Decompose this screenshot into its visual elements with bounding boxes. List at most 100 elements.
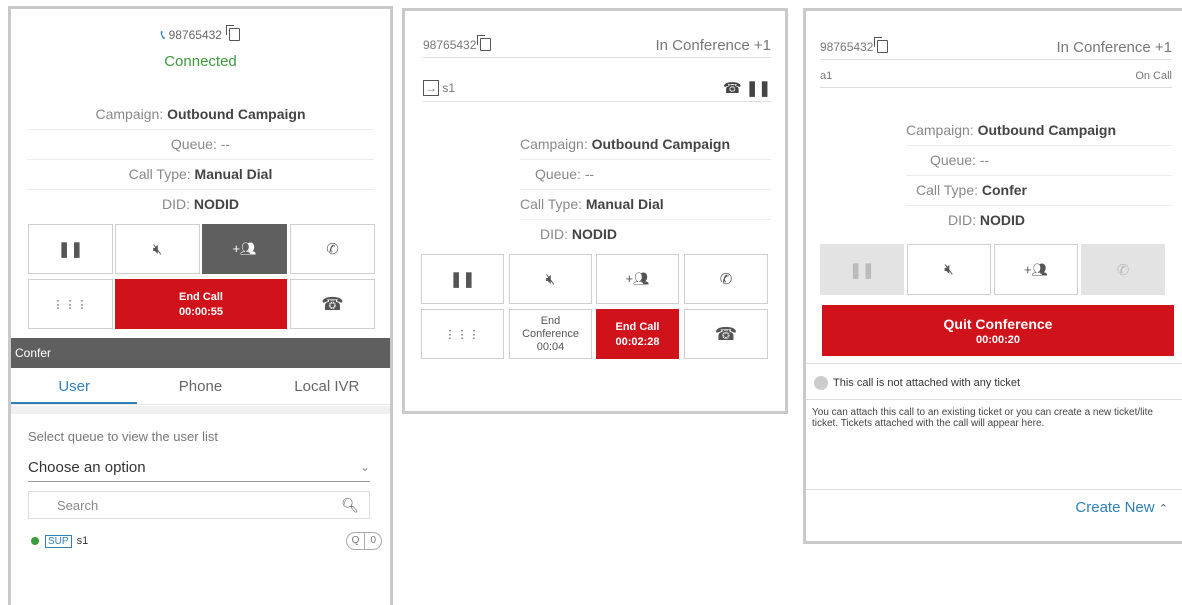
user-name: s1 xyxy=(76,535,89,547)
divider xyxy=(806,489,1182,490)
did-value: NODID xyxy=(571,226,618,242)
user-list-item[interactable]: SUP s1 Q 0 xyxy=(31,531,382,551)
user-actions: Q 0 xyxy=(345,532,382,550)
conference-header: 98765432 In Conference +1 xyxy=(820,35,1172,60)
user-role-badge: SUP xyxy=(45,534,72,548)
copy-icon[interactable] xyxy=(477,35,492,51)
search-icon: 🔍︎ xyxy=(341,496,359,513)
calltype-value: Manual Dial xyxy=(585,196,664,212)
end-call-button[interactable]: End Call 00:00:55 xyxy=(115,279,287,329)
leg-name: s1 xyxy=(442,81,456,95)
pause-icon: ❚❚ xyxy=(57,241,84,258)
hangup-icon: ☎︎ xyxy=(321,293,344,314)
campaign-value: Outbound Campaign xyxy=(977,122,1117,138)
phone-number-row: 98765432 xyxy=(820,37,889,54)
end-call-timer: 00:00:55 xyxy=(178,305,224,318)
copy-icon[interactable] xyxy=(874,37,889,53)
ticket-notice-text: This call is not attached with any ticke… xyxy=(833,377,1021,389)
campaign-label: Campaign: xyxy=(520,136,588,152)
campaign-row: Campaign: Outbound Campaign xyxy=(906,116,1172,146)
end-conference-label-line2: Conference xyxy=(522,327,579,340)
hangup-leg-button[interactable]: ☎︎ xyxy=(290,279,375,329)
hold-button[interactable]: ❚❚ xyxy=(28,224,113,274)
call-panel-quit-conference: 98765432 In Conference +1 a1 On Call Cam… xyxy=(803,8,1182,544)
calltype-label: Call Type: xyxy=(520,196,582,212)
hangup-leg-button[interactable]: ☎︎ xyxy=(684,309,768,359)
call-transfer-icon: ✆︎ xyxy=(1116,261,1130,279)
dialpad-button[interactable]: ⋮⋮⋮ xyxy=(28,279,113,329)
conference-button[interactable]: +👥︎ xyxy=(994,244,1078,295)
tab-local-ivr[interactable]: Local IVR xyxy=(264,370,390,404)
conference-button[interactable]: +👥︎ xyxy=(596,254,679,304)
search-field[interactable]: Search 🔍︎ xyxy=(28,491,370,519)
divider xyxy=(11,406,390,414)
calltype-row: Call Type: Confer xyxy=(906,176,1172,206)
quit-conference-button[interactable]: Quit Conference 00:00:20 xyxy=(822,305,1174,356)
search-input[interactable]: Search xyxy=(57,498,98,513)
queue-label: Queue: xyxy=(930,152,976,168)
copy-icon[interactable] xyxy=(226,25,241,41)
campaign-label: Campaign: xyxy=(95,106,164,122)
phone-icon: 📞︎ xyxy=(160,27,166,42)
leg-controls: ☎︎ ❚❚ xyxy=(723,79,771,97)
conference-status: In Conference +1 xyxy=(1056,38,1173,56)
hangup-icon: ☎︎ xyxy=(714,323,738,344)
add-participant-icon: +👥︎ xyxy=(1023,261,1049,277)
did-label: DID: xyxy=(540,226,568,242)
did-row: DID: NODID xyxy=(27,190,374,219)
campaign-row: Campaign: Outbound Campaign xyxy=(27,100,374,130)
tab-user[interactable]: User xyxy=(11,370,138,404)
campaign-value: Outbound Campaign xyxy=(167,106,306,122)
queue-value: -- xyxy=(220,136,231,152)
calltype-value: Confer xyxy=(981,182,1028,198)
divider xyxy=(806,363,1182,364)
end-call-label: End Call xyxy=(615,320,660,333)
end-conference-label-line1: End xyxy=(540,314,561,327)
mic-off-icon: 🔇︎ xyxy=(152,240,163,258)
chevron-up-icon: ⌃ xyxy=(1158,503,1168,515)
hold-button[interactable]: ❚❚ xyxy=(421,254,504,304)
transfer-button[interactable]: ✆︎ xyxy=(290,224,375,274)
tab-phone[interactable]: Phone xyxy=(137,370,263,404)
call-panel-conference: 98765432 In Conference +1 → s1 ☎︎ ❚❚ Cam… xyxy=(402,8,788,414)
queue-label: Queue: xyxy=(535,166,581,182)
count-button[interactable]: 0 xyxy=(365,533,381,549)
end-conference-button[interactable]: End Conference 00:04 xyxy=(509,309,592,359)
pause-icon[interactable]: ❚❚ xyxy=(746,80,771,97)
queue-row: Queue: -- xyxy=(27,130,374,160)
dialpad-icon: ⋮⋮⋮ xyxy=(52,298,89,311)
mute-button[interactable]: 🔇︎ xyxy=(509,254,592,304)
queue-row: Queue: -- xyxy=(520,160,771,190)
ticket-icon xyxy=(814,376,828,390)
queue-select-value: Choose an option xyxy=(28,458,146,476)
did-value: NODID xyxy=(193,196,239,212)
hold-button[interactable]: ❚❚ xyxy=(820,244,904,295)
mute-button[interactable]: 🔇︎ xyxy=(115,224,200,274)
queue-value: -- xyxy=(584,166,595,182)
call-panel-connected: 📞︎ 98765432 Connected Campaign: Outbound… xyxy=(8,6,393,605)
conference-header: 98765432 In Conference +1 xyxy=(423,33,771,58)
phone-number: 98765432 xyxy=(168,28,222,42)
campaign-label: Campaign: xyxy=(906,122,974,138)
call-transfer-icon: ✆︎ xyxy=(326,241,339,258)
queue-call-button[interactable]: Q xyxy=(347,533,366,549)
create-new-button[interactable]: Create New ⌃ xyxy=(1075,499,1168,516)
mic-off-icon: 🔇︎ xyxy=(545,270,556,288)
add-participant-icon: +👥︎ xyxy=(625,271,650,286)
ticket-notice: This call is not attached with any ticke… xyxy=(814,373,1174,393)
calltype-row: Call Type: Manual Dial xyxy=(520,190,771,220)
phone-number: 98765432 xyxy=(423,38,477,52)
dialpad-button[interactable]: ⋮⋮⋮ xyxy=(421,309,504,359)
transfer-button[interactable]: ✆︎ xyxy=(1081,244,1165,295)
did-row: DID: NODID xyxy=(520,220,771,249)
leg-name: a1 xyxy=(820,70,833,82)
divider xyxy=(806,399,1182,400)
end-call-button[interactable]: End Call 00:02:28 xyxy=(596,309,679,359)
transfer-button[interactable]: ✆︎ xyxy=(684,254,768,304)
chevron-down-icon: ⌄ xyxy=(359,460,370,474)
queue-row: Queue: -- xyxy=(906,146,1172,176)
conference-button[interactable]: +👥︎ xyxy=(202,224,287,274)
mute-button[interactable]: 🔇︎ xyxy=(907,244,991,295)
queue-select[interactable]: Choose an option ⌄ xyxy=(28,453,370,482)
hangup-icon[interactable]: ☎︎ xyxy=(723,80,742,97)
